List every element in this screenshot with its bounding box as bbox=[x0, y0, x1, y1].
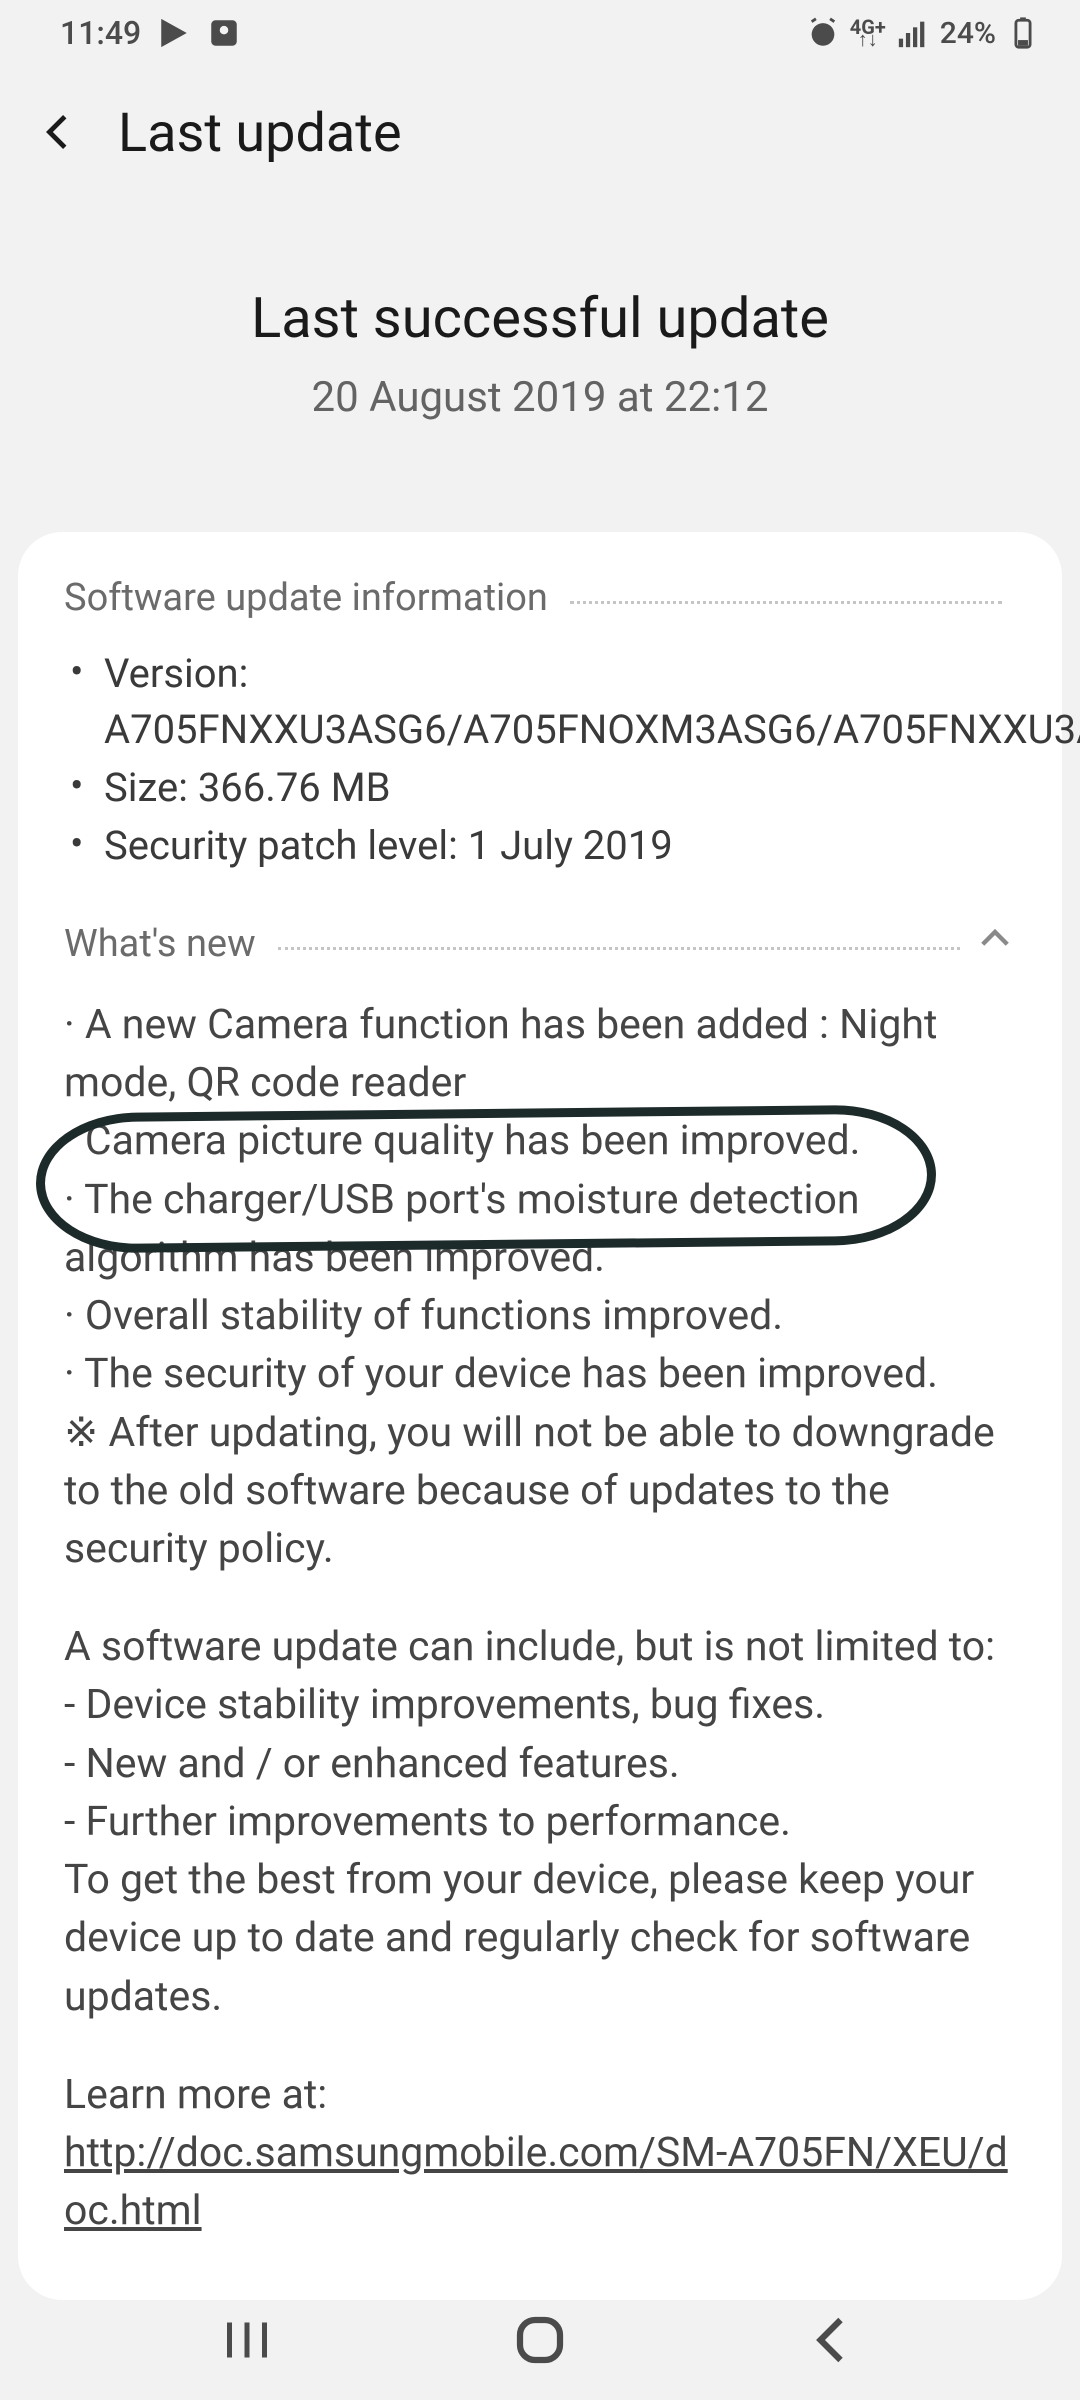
info-item: Security patch level: 1 July 2019 bbox=[64, 818, 1016, 874]
recents-button[interactable] bbox=[217, 2310, 277, 2370]
page-title: Last update bbox=[118, 102, 402, 165]
learn-more-link[interactable]: http://doc.samsungmobile.com/SM-A705FN/X… bbox=[64, 2129, 1008, 2235]
whatsnew-line: · A new Camera function has been added :… bbox=[64, 996, 1016, 1112]
whatsnew-extra-item: - New and / or enhanced features. bbox=[64, 1735, 1016, 1793]
info-list: Version: A705FNXXU3ASG6/A705FNOXM3ASG6/A… bbox=[64, 646, 1016, 874]
back-button[interactable] bbox=[36, 109, 82, 159]
network-type: 4G+ ↑↓ bbox=[850, 21, 886, 45]
home-button[interactable] bbox=[510, 2310, 570, 2370]
info-section-header: Software update information bbox=[64, 576, 1016, 620]
whatsnew-body: · A new Camera function has been added :… bbox=[64, 996, 1016, 2240]
title-bar: Last update bbox=[0, 66, 1080, 165]
whatsnew-line: ※ After updating, you will not be able t… bbox=[64, 1404, 1016, 1579]
battery-pct: 24% bbox=[940, 16, 996, 51]
status-time: 11:49 bbox=[60, 14, 141, 52]
whatsnew-line: · The security of your device has been i… bbox=[64, 1345, 1016, 1403]
info-item: Size: 366.76 MB bbox=[64, 760, 1016, 816]
summary-heading: Last successful update bbox=[0, 285, 1080, 351]
whatsnew-line: · The charger/USB port's moisture detect… bbox=[64, 1171, 1016, 1287]
system-navbar bbox=[0, 2280, 1080, 2400]
info-item: Version: A705FNXXU3ASG6/A705FNOXM3ASG6/A… bbox=[64, 646, 1016, 758]
extra-heading: A software update can include, but is no… bbox=[64, 1618, 1016, 1676]
divider-dots bbox=[570, 601, 1002, 604]
update-card: Software update information Version: A70… bbox=[18, 532, 1062, 2300]
whatsnew-heading: What's new bbox=[64, 922, 256, 966]
whatsnew-extra-item: - Further improvements to performance. bbox=[64, 1793, 1016, 1851]
divider-dots bbox=[278, 947, 960, 950]
battery-icon bbox=[1006, 16, 1040, 50]
summary-datetime: 20 August 2019 at 22:12 bbox=[0, 373, 1080, 422]
play-store-icon bbox=[157, 16, 191, 50]
status-bar: 11:49 4G+ ↑↓ 24% bbox=[0, 0, 1080, 66]
summary-block: Last successful update 20 August 2019 at… bbox=[0, 285, 1080, 422]
whatsnew-line: · Camera picture quality has been improv… bbox=[64, 1112, 1016, 1170]
info-heading: Software update information bbox=[64, 576, 548, 620]
whatsnew-header[interactable]: What's new bbox=[64, 918, 1016, 970]
nav-back-button[interactable] bbox=[803, 2310, 863, 2370]
collapse-icon bbox=[974, 918, 1016, 970]
closing-text: To get the best from your device, please… bbox=[64, 1851, 1016, 2026]
whatsnew-line: · Overall stability of functions improve… bbox=[64, 1287, 1016, 1345]
signal-icon bbox=[896, 16, 930, 50]
alarm-icon bbox=[806, 16, 840, 50]
maps-icon bbox=[207, 16, 241, 50]
learn-more-label: Learn more at: bbox=[64, 2066, 1016, 2124]
whatsnew-extra-item: - Device stability improvements, bug fix… bbox=[64, 1676, 1016, 1734]
